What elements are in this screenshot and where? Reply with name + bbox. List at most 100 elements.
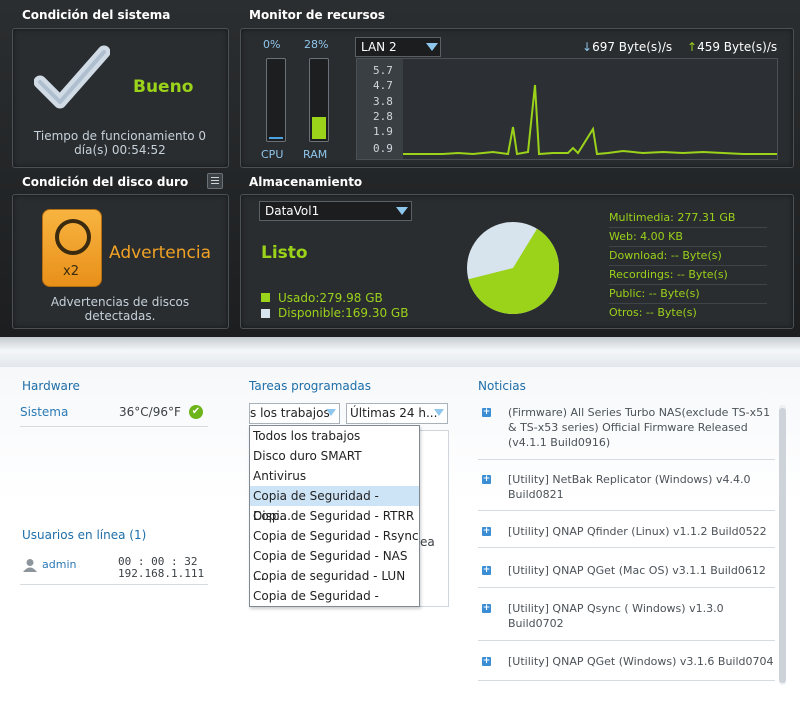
disk-warning-message: Advertencias de discos detectadas. — [14, 295, 226, 323]
system-status: Bueno — [133, 77, 194, 97]
download-rate: ↓697 Byte(s)/s — [582, 40, 672, 54]
dropdown-option-highlighted[interactable]: Copia de Seguridad - Disp... — [250, 486, 419, 523]
upload-arrow-icon: ↑ — [687, 40, 698, 54]
task-list-partial-text: ea — [420, 535, 435, 549]
chevron-down-icon — [426, 43, 438, 51]
used-space: Usado:279.98 GB — [278, 291, 383, 305]
storage-title: Almacenamiento — [249, 175, 363, 189]
news-scrollbar-thumb[interactable] — [779, 408, 786, 683]
cpu-usage-bar — [266, 58, 286, 142]
tick-label: 1.9 — [373, 125, 393, 138]
dropdown-option[interactable]: Copia de seguridad - LUN — [250, 566, 419, 586]
divider — [20, 584, 208, 585]
dropdown-option[interactable]: Todos los trabajos — [250, 426, 419, 446]
ram-usage-bar — [309, 58, 329, 142]
news-item[interactable]: [Utility] QNAP Qsync ( Windows) v1.3.0 B… — [508, 601, 774, 631]
network-traffic-line — [403, 84, 777, 156]
divider — [478, 510, 775, 511]
disk-msg-line2: detectadas. — [84, 309, 156, 323]
online-users-title: Usuarios en línea (1) — [22, 528, 147, 542]
news-item[interactable]: [Utility] QNAP QGet (Mac OS) v3.1.1 Buil… — [508, 563, 774, 578]
disk-msg-line1: Advertencias de discos — [50, 295, 190, 309]
separator-band — [0, 337, 800, 367]
task-list-area — [418, 430, 449, 607]
chevron-down-icon — [396, 207, 408, 215]
user-name[interactable]: admin — [42, 558, 76, 571]
used-legend-swatch — [261, 293, 270, 302]
dropdown-option[interactable]: Copia de Seguridad - RTRR — [250, 506, 419, 526]
dropdown-option[interactable]: Antivirus — [250, 466, 419, 486]
dropdown-option[interactable]: Copia de Seguridad - Rsync — [250, 526, 419, 546]
system-condition-title: Condición del sistema — [22, 8, 171, 22]
cpu-usage-fill — [269, 137, 283, 139]
expand-plus-icon[interactable]: + — [482, 527, 491, 536]
share-item: Otros: -- Byte(s) — [609, 306, 697, 319]
share-item: Multimedia: 277.31 GB — [609, 209, 767, 228]
news-item[interactable]: (Firmware) All Series Turbo NAS(exclude … — [508, 405, 774, 450]
expand-plus-icon[interactable]: + — [482, 604, 491, 613]
user-icon — [23, 559, 37, 572]
lan-select[interactable]: LAN 2 — [355, 37, 441, 57]
ok-check-icon: ✔ — [189, 405, 203, 419]
news-line: [Utility] QNAP QGet (Mac OS) v3.1.1 Buil… — [508, 564, 766, 577]
disk-warning-icon: x2 — [42, 209, 102, 287]
task-type-dropdown-menu[interactable]: Todos los trabajos Disco duro SMART Anti… — [249, 425, 420, 607]
dropdown-option[interactable]: Copia de Seguridad - NAS ... — [250, 546, 419, 583]
expand-plus-icon[interactable]: + — [482, 475, 491, 484]
list-icon[interactable] — [207, 173, 223, 189]
ram-label: RAM — [303, 148, 328, 161]
disk-status: Advertencia — [109, 243, 212, 263]
divider — [478, 587, 775, 588]
dropdown-option[interactable]: Copia de Seguridad - Ama... — [250, 586, 419, 606]
free-legend-swatch — [261, 309, 270, 318]
divider — [478, 640, 775, 641]
dropdown-option[interactable]: Disco duro SMART — [250, 446, 419, 466]
divider — [478, 680, 775, 681]
news-scrollbar-track[interactable] — [779, 405, 786, 685]
uptime-line1: Tiempo de funcionamiento 0 — [33, 129, 207, 143]
uptime-text: Tiempo de funcionamiento 0 día(s) 00:54:… — [14, 129, 226, 157]
news-item[interactable]: [Utility] NetBak Replicator (Windows) v4… — [508, 472, 774, 502]
cpu-label: CPU — [261, 148, 284, 161]
tick-label: 0.9 — [373, 142, 393, 155]
news-title: Noticias — [478, 379, 526, 393]
chevron-down-icon — [434, 409, 444, 416]
upload-rate: ↑459 Byte(s)/s — [687, 40, 777, 54]
news-line: [Utility] NetBak Replicator (Windows) v4… — [508, 473, 751, 486]
news-line: Build0821 — [508, 488, 564, 501]
news-line: Build0702 — [508, 617, 564, 630]
checkmark-icon — [34, 45, 110, 109]
task-type-select[interactable]: s los trabajos — [249, 403, 340, 424]
expand-plus-icon[interactable]: + — [482, 408, 491, 417]
storage-pie-chart — [467, 222, 560, 315]
cpu-value: 0% — [263, 38, 281, 51]
user-ip: 192.168.1.111 — [118, 567, 205, 580]
news-line: [Utility] QNAP Qsync ( Windows) v1.3.0 — [508, 602, 724, 615]
divider — [478, 547, 775, 548]
divider — [20, 426, 208, 427]
expand-plus-icon[interactable]: + — [482, 657, 491, 666]
free-space: Disponible:169.30 GB — [278, 306, 409, 320]
time-range-select[interactable]: Últimas 24 h... — [346, 403, 448, 424]
scheduled-tasks-title: Tareas programadas — [249, 379, 371, 393]
tick-label: 5.7 — [373, 64, 393, 77]
tick-label: 3.8 — [373, 95, 393, 108]
volume-select[interactable]: DataVol1 — [259, 201, 412, 221]
share-item: Recordings: -- Byte(s) — [609, 266, 767, 285]
news-item[interactable]: [Utility] QNAP Qfinder (Linux) v1.1.2 Bu… — [508, 524, 774, 539]
disk-count-badge: x2 — [63, 264, 79, 279]
news-line: (Firmware) All Series Turbo NAS(exclude … — [508, 406, 771, 419]
disk-condition-title: Condición del disco duro — [22, 175, 189, 189]
uptime-line2: día(s) 00:54:52 — [74, 143, 166, 157]
share-item: Web: 4.00 KB — [609, 228, 767, 247]
download-rate-value: 697 Byte(s)/s — [592, 40, 673, 54]
lan-select-value: LAN 2 — [361, 40, 397, 54]
news-item[interactable]: [Utility] QNAP QGet (Windows) v3.1.6 Bui… — [508, 654, 774, 669]
hardware-system-label[interactable]: Sistema — [20, 405, 68, 419]
expand-plus-icon[interactable]: + — [482, 566, 491, 575]
ram-usage-fill — [312, 117, 326, 139]
divider — [478, 459, 775, 460]
resource-monitor-title: Monitor de recursos — [249, 8, 385, 22]
news-line: [Utility] QNAP QGet (Windows) v3.1.6 Bui… — [508, 655, 774, 668]
news-line: (v4.1.1 Build0916) — [508, 436, 611, 449]
